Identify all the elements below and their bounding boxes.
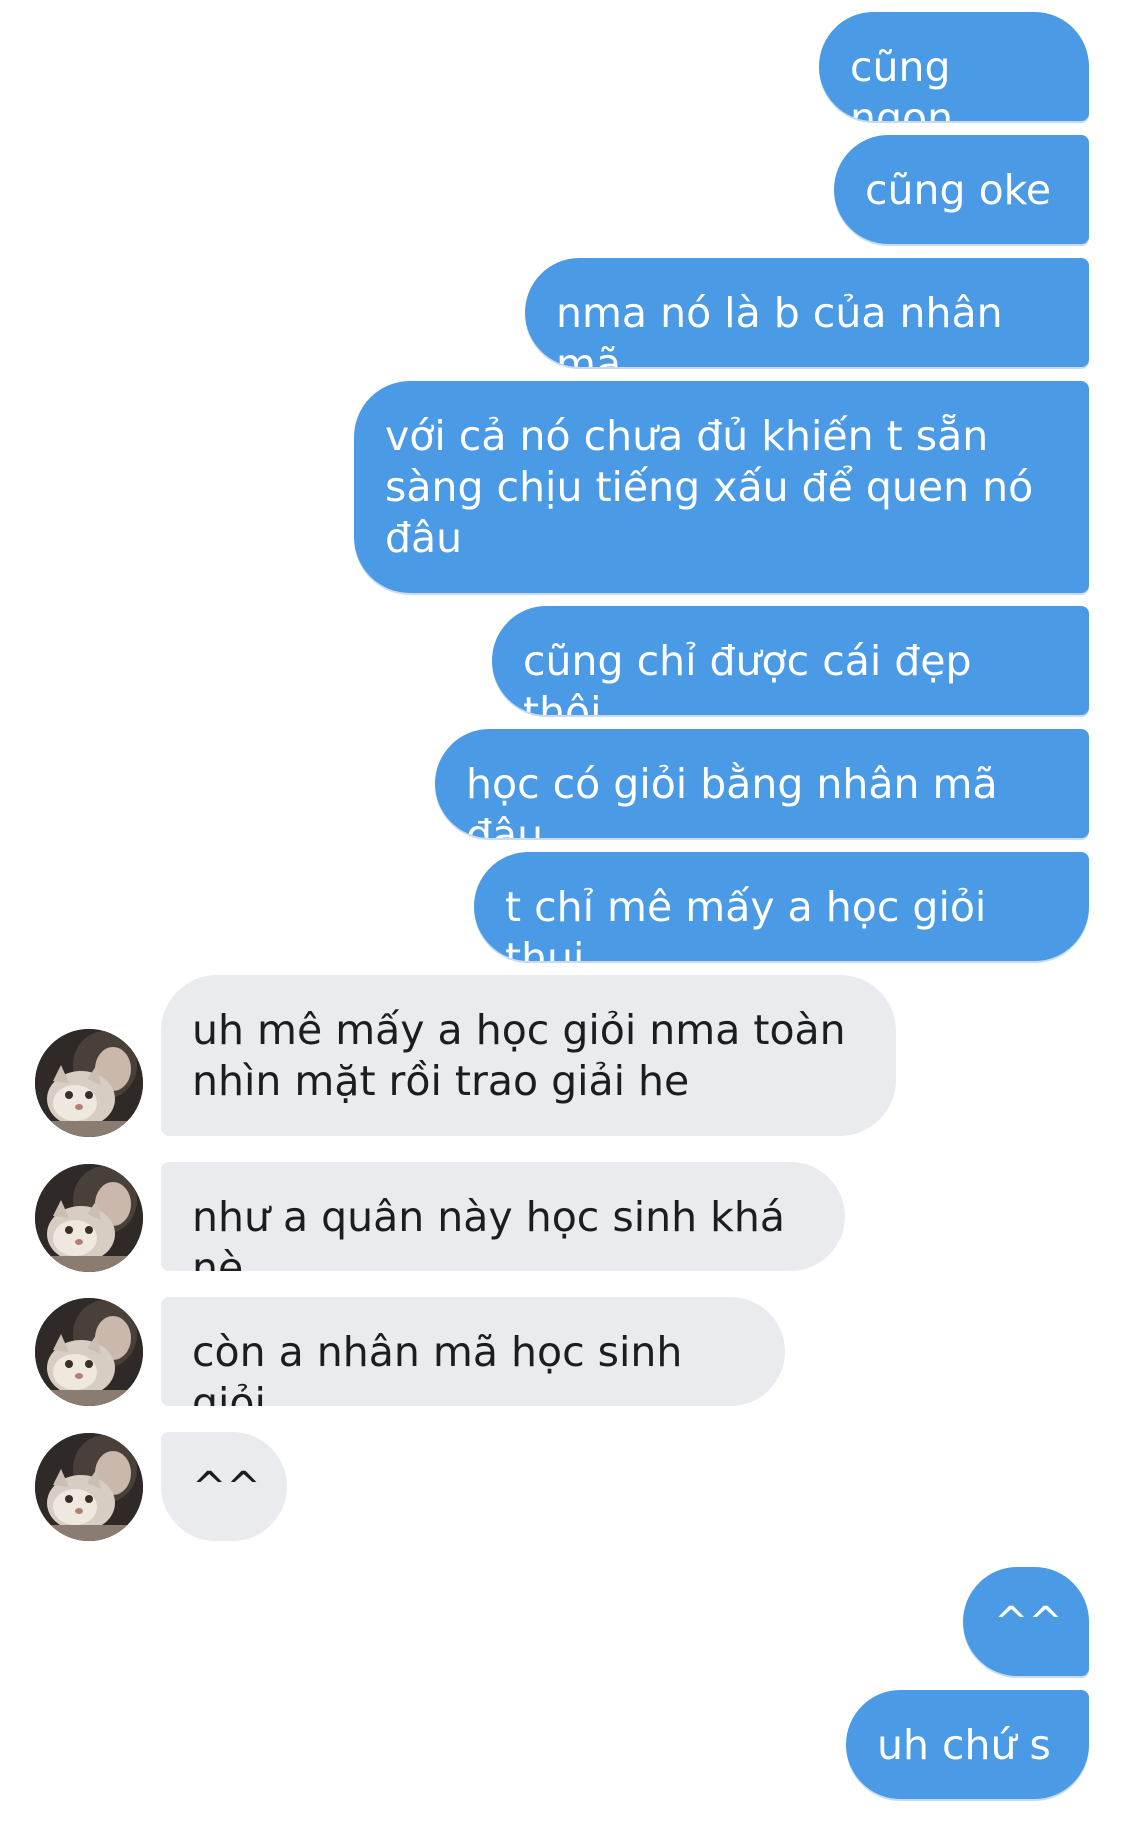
incoming-message[interactable]: ^^ [161,1432,287,1541]
contact-avatar[interactable] [35,1029,143,1137]
incoming-message[interactable]: uh mê mấy a học giỏi nma toàn nhìn mặt r… [161,975,896,1136]
message-thread[interactable]: cũng ngon cũng oke nma nó là b của nhân … [0,0,1125,1822]
outgoing-message[interactable]: cũng chỉ được cái đẹp thôi [492,606,1089,715]
avatar-photo-icon [35,1029,143,1137]
incoming-message[interactable]: như a quân này học sinh khá nè [161,1162,845,1271]
incoming-message[interactable]: còn a nhân mã học sinh giỏi [161,1297,785,1406]
contact-avatar[interactable] [35,1298,143,1406]
avatar-photo-icon [35,1433,143,1541]
outgoing-message[interactable]: ^^ [963,1567,1089,1676]
contact-avatar[interactable] [35,1433,143,1541]
avatar-photo-icon [35,1164,143,1272]
outgoing-message[interactable]: cũng ngon [819,12,1089,121]
contact-avatar[interactable] [35,1164,143,1272]
avatar-photo-icon [35,1298,143,1406]
outgoing-message[interactable]: với cả nó chưa đủ khiến t sẵn sàng chịu … [354,381,1089,593]
outgoing-message[interactable]: t chỉ mê mấy a học giỏi thui [474,852,1089,961]
outgoing-message[interactable]: học có giỏi bằng nhân mã đâu [435,729,1089,838]
outgoing-message[interactable]: cũng oke [834,135,1089,244]
outgoing-message[interactable]: nma nó là b của nhân mã [525,258,1089,367]
outgoing-message[interactable]: uh chứ s [846,1690,1089,1799]
